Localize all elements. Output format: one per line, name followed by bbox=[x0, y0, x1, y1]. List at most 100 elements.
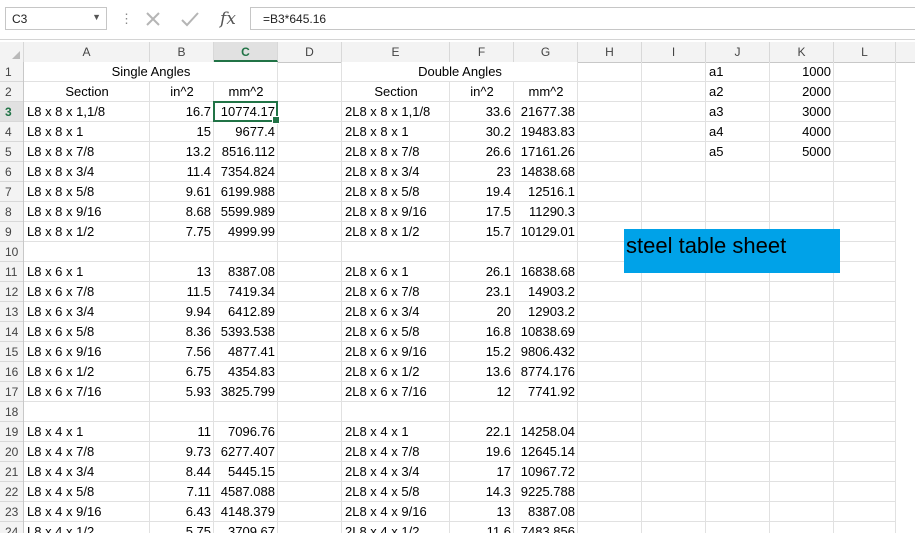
cell-c5[interactable]: 8516.112 bbox=[214, 142, 278, 162]
cell-a8[interactable]: L8 x 8 x 9/16 bbox=[24, 202, 150, 222]
cell-f16[interactable]: 13.6 bbox=[450, 362, 514, 382]
cell-i6[interactable] bbox=[642, 162, 706, 182]
cell-d5[interactable] bbox=[278, 142, 342, 162]
cell-b16[interactable]: 6.75 bbox=[150, 362, 214, 382]
cell-l19[interactable] bbox=[834, 422, 896, 442]
cell-i3[interactable] bbox=[642, 102, 706, 122]
cell-e4[interactable]: 2L8 x 8 x 1 bbox=[342, 122, 450, 142]
cell-f9[interactable]: 15.7 bbox=[450, 222, 514, 242]
cell-e8[interactable]: 2L8 x 8 x 9/16 bbox=[342, 202, 450, 222]
cell-c16[interactable]: 4354.83 bbox=[214, 362, 278, 382]
row-header-22[interactable]: 22 bbox=[0, 482, 23, 502]
cell-i15[interactable] bbox=[642, 342, 706, 362]
cell-c7[interactable]: 6199.988 bbox=[214, 182, 278, 202]
cell-i7[interactable] bbox=[642, 182, 706, 202]
cell-e11[interactable]: 2L8 x 6 x 1 bbox=[342, 262, 450, 282]
cell-k5[interactable]: 5000 bbox=[770, 142, 834, 162]
column-header-a[interactable]: A bbox=[24, 42, 150, 62]
cell-h2[interactable] bbox=[578, 82, 642, 102]
cell-e7[interactable]: 2L8 x 8 x 5/8 bbox=[342, 182, 450, 202]
cell-h23[interactable] bbox=[578, 502, 642, 522]
cell-b22[interactable]: 7.11 bbox=[150, 482, 214, 502]
cell-f4[interactable]: 30.2 bbox=[450, 122, 514, 142]
cell-l17[interactable] bbox=[834, 382, 896, 402]
cell-k24[interactable] bbox=[770, 522, 834, 533]
cell-c4[interactable]: 9677.4 bbox=[214, 122, 278, 142]
cell-g4[interactable]: 19483.83 bbox=[514, 122, 578, 142]
cell-c22[interactable]: 4587.088 bbox=[214, 482, 278, 502]
cell-j13[interactable] bbox=[706, 302, 770, 322]
cell-j18[interactable] bbox=[706, 402, 770, 422]
cell-l2[interactable] bbox=[834, 82, 896, 102]
cell-k6[interactable] bbox=[770, 162, 834, 182]
cell-j21[interactable] bbox=[706, 462, 770, 482]
cell-f6[interactable]: 23 bbox=[450, 162, 514, 182]
row-header-7[interactable]: 7 bbox=[0, 182, 23, 202]
cell-b18[interactable] bbox=[150, 402, 214, 422]
cell-l15[interactable] bbox=[834, 342, 896, 362]
cell-b8[interactable]: 8.68 bbox=[150, 202, 214, 222]
cell-l14[interactable] bbox=[834, 322, 896, 342]
column-header-j[interactable]: J bbox=[706, 42, 770, 62]
cell-d15[interactable] bbox=[278, 342, 342, 362]
cell-l16[interactable] bbox=[834, 362, 896, 382]
cell-h14[interactable] bbox=[578, 322, 642, 342]
cell-a11[interactable]: L8 x 6 x 1 bbox=[24, 262, 150, 282]
cell-c19[interactable]: 7096.76 bbox=[214, 422, 278, 442]
cell-h22[interactable] bbox=[578, 482, 642, 502]
row-header-18[interactable]: 18 bbox=[0, 402, 23, 422]
cell-i24[interactable] bbox=[642, 522, 706, 533]
row-header-13[interactable]: 13 bbox=[0, 302, 23, 322]
cell-h24[interactable] bbox=[578, 522, 642, 533]
cell-l21[interactable] bbox=[834, 462, 896, 482]
cell-e5[interactable]: 2L8 x 8 x 7/8 bbox=[342, 142, 450, 162]
cell-l13[interactable] bbox=[834, 302, 896, 322]
cell-l12[interactable] bbox=[834, 282, 896, 302]
cell-c23[interactable]: 4148.379 bbox=[214, 502, 278, 522]
cell-k4[interactable]: 4000 bbox=[770, 122, 834, 142]
enter-button[interactable] bbox=[175, 6, 205, 32]
cell-c8[interactable]: 5599.989 bbox=[214, 202, 278, 222]
row-header-8[interactable]: 8 bbox=[0, 202, 23, 222]
cell-d2[interactable] bbox=[278, 82, 342, 102]
cell-g20[interactable]: 12645.14 bbox=[514, 442, 578, 462]
cell-b5[interactable]: 13.2 bbox=[150, 142, 214, 162]
cell-b19[interactable]: 11 bbox=[150, 422, 214, 442]
row-header-4[interactable]: 4 bbox=[0, 122, 23, 142]
cell-g6[interactable]: 14838.68 bbox=[514, 162, 578, 182]
row-header-23[interactable]: 23 bbox=[0, 502, 23, 522]
cell-e19[interactable]: 2L8 x 4 x 1 bbox=[342, 422, 450, 442]
cell-c20[interactable]: 6277.407 bbox=[214, 442, 278, 462]
row-header-19[interactable]: 19 bbox=[0, 422, 23, 442]
cell-g24[interactable]: 7483.856 bbox=[514, 522, 578, 533]
cell-d7[interactable] bbox=[278, 182, 342, 202]
cell-e20[interactable]: 2L8 x 4 x 7/8 bbox=[342, 442, 450, 462]
cell-j23[interactable] bbox=[706, 502, 770, 522]
cell-g5[interactable]: 17161.26 bbox=[514, 142, 578, 162]
cell-c3[interactable]: 10774.17 bbox=[214, 102, 278, 122]
cell-a7[interactable]: L8 x 8 x 5/8 bbox=[24, 182, 150, 202]
cell-f3[interactable]: 33.6 bbox=[450, 102, 514, 122]
cell-f10[interactable] bbox=[450, 242, 514, 262]
cell-d23[interactable] bbox=[278, 502, 342, 522]
cell-h19[interactable] bbox=[578, 422, 642, 442]
cell-g3[interactable]: 21677.38 bbox=[514, 102, 578, 122]
name-box[interactable]: C3 ▼ bbox=[5, 7, 107, 30]
cell-i5[interactable] bbox=[642, 142, 706, 162]
cell-k20[interactable] bbox=[770, 442, 834, 462]
cell-d6[interactable] bbox=[278, 162, 342, 182]
cell-f5[interactable]: 26.6 bbox=[450, 142, 514, 162]
cell-l4[interactable] bbox=[834, 122, 896, 142]
cell-l3[interactable] bbox=[834, 102, 896, 122]
cell-j5[interactable]: a5 bbox=[706, 142, 770, 162]
cell-g13[interactable]: 12903.2 bbox=[514, 302, 578, 322]
cell-b23[interactable]: 6.43 bbox=[150, 502, 214, 522]
cell-f22[interactable]: 14.3 bbox=[450, 482, 514, 502]
text-box-shape[interactable]: steel table sheet bbox=[624, 229, 840, 273]
cell-h16[interactable] bbox=[578, 362, 642, 382]
cell-g17[interactable]: 7741.92 bbox=[514, 382, 578, 402]
cell-b20[interactable]: 9.73 bbox=[150, 442, 214, 462]
worksheet-grid[interactable]: Single Angles Double Angles a1 1000 Section i… bbox=[24, 62, 915, 533]
cell-d17[interactable] bbox=[278, 382, 342, 402]
cell-h20[interactable] bbox=[578, 442, 642, 462]
